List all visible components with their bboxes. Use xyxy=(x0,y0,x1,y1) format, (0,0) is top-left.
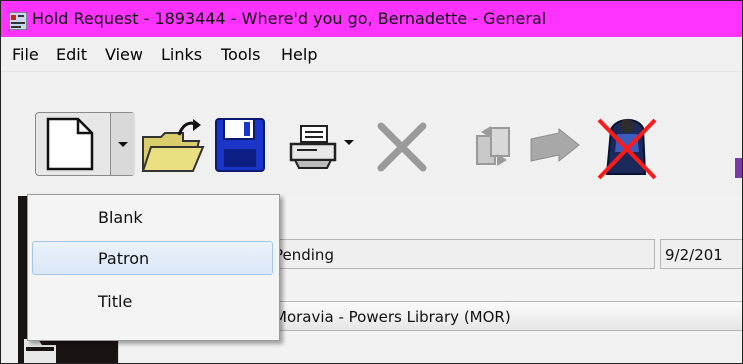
new-button[interactable] xyxy=(35,112,135,176)
menu-item-patron-label: Patron xyxy=(98,249,150,268)
menu-item-blank[interactable]: Blank xyxy=(32,201,273,235)
print-icon[interactable] xyxy=(287,122,339,170)
dropdown-arrow-icon xyxy=(118,142,128,147)
status-value: Pending xyxy=(274,246,334,264)
toolbar xyxy=(1,72,742,190)
open-folder-icon[interactable] xyxy=(139,117,205,175)
menu-view[interactable]: View xyxy=(105,45,143,65)
title-bar[interactable]: Hold Request - 1893444 - Where'd you go,… xyxy=(1,1,742,37)
date-field: 9/2/201 xyxy=(660,239,742,269)
menu-help[interactable]: Help xyxy=(281,45,317,65)
date-value: 9/2/201 xyxy=(665,246,723,264)
menu-item-title-label: Title xyxy=(98,292,133,311)
pickup-library-value: Moravia - Powers Library (MOR) xyxy=(274,308,511,326)
window-title: Hold Request - 1893444 - Where'd you go,… xyxy=(32,9,547,28)
menu-item-patron[interactable]: Patron xyxy=(32,241,273,275)
menu-edit[interactable]: Edit xyxy=(56,45,87,65)
app-icon xyxy=(9,12,27,30)
new-dropdown-menu: Blank Patron Title xyxy=(27,194,280,341)
delete-x-icon[interactable] xyxy=(375,122,429,172)
menu-links[interactable]: Links xyxy=(161,45,202,65)
partial-icon xyxy=(735,158,742,178)
menu-file[interactable]: File xyxy=(12,45,39,65)
status-field: Pending xyxy=(269,239,655,269)
arrow-icon[interactable] xyxy=(529,127,581,167)
new-dropdown-toggle[interactable] xyxy=(110,113,135,175)
app-window: Hold Request - 1893444 - Where'd you go,… xyxy=(0,0,743,364)
menu-bar: File Edit View Links Tools Help xyxy=(1,37,742,72)
transfer-icon[interactable] xyxy=(471,122,517,172)
menu-item-title[interactable]: Title xyxy=(32,285,273,319)
patron-blocked-icon[interactable] xyxy=(597,112,659,182)
print-dropdown-arrow-icon[interactable] xyxy=(342,137,356,147)
save-disk-icon[interactable] xyxy=(214,117,266,173)
menu-tools[interactable]: Tools xyxy=(221,45,260,65)
new-document-icon xyxy=(46,117,94,171)
pickup-library-select[interactable]: Moravia - Powers Library (MOR) xyxy=(269,301,742,331)
menu-item-blank-label: Blank xyxy=(98,208,143,227)
